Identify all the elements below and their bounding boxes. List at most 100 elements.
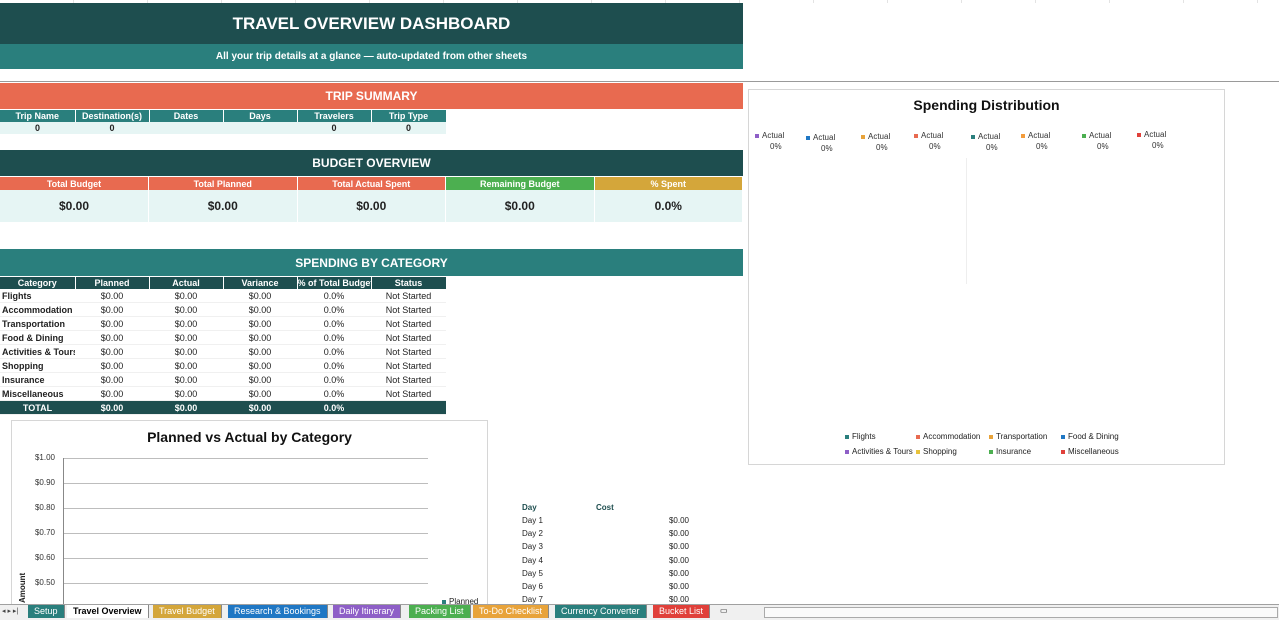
day-cost: $0.00 <box>668 568 689 578</box>
spending-table: Category Planned Actual Variance% of Total … <box>0 277 447 415</box>
category-value[interactable]: 0.0% <box>297 330 371 345</box>
category-value[interactable]: $0.00 <box>75 302 149 317</box>
trip-summary-value[interactable]: 0 <box>371 122 446 134</box>
trip-summary-value[interactable]: 0 <box>75 122 149 134</box>
day-label: Day 4 <box>522 555 543 565</box>
category-value[interactable]: $0.00 <box>75 372 149 387</box>
category-value[interactable]: $0.00 <box>149 372 223 387</box>
category-value[interactable]: $0.00 <box>223 344 297 359</box>
budget-column-header: Total Planned <box>148 177 298 190</box>
sheet-tab[interactable]: Setup <box>28 605 65 618</box>
spending-column-header: Variance <box>223 277 298 289</box>
total-row: TOTAL $0.00 $0.00 $0.00 0.0% <box>0 400 446 415</box>
category-value[interactable]: Not Started <box>371 302 446 317</box>
category-value[interactable]: $0.00 <box>75 316 149 331</box>
trip-summary-value[interactable] <box>149 122 223 134</box>
category-value[interactable]: 0.0% <box>297 358 371 373</box>
sheet-tab[interactable]: Bucket List <box>653 605 711 618</box>
category-value[interactable]: $0.00 <box>223 289 297 303</box>
total-value[interactable]: $0.00 <box>149 400 223 415</box>
trip-summary-value[interactable]: 0 <box>297 122 371 134</box>
sheet-tab[interactable]: Packing List <box>409 605 471 618</box>
category-value[interactable]: $0.00 <box>223 316 297 331</box>
spending-column-header: Planned <box>75 277 150 289</box>
table-row: Transportation $0.00 $0.00 $0.00 0.0% Not Sta… <box>0 316 446 331</box>
category-value[interactable]: $0.00 <box>75 386 149 401</box>
day-cost: $0.00 <box>668 582 689 591</box>
total-value[interactable]: 0.0% <box>297 400 371 415</box>
label-swatch <box>755 133 759 138</box>
sheet-tab[interactable]: To-Do Checklist <box>473 605 550 618</box>
section-divider <box>0 81 1279 82</box>
total-value[interactable]: TOTAL <box>0 400 75 415</box>
y-tick-label: $0.70 <box>34 528 55 537</box>
category-value[interactable]: Not Started <box>371 358 446 373</box>
category-name[interactable]: Activities & Tours <box>0 344 75 359</box>
total-value[interactable]: $0.00 <box>223 400 297 415</box>
spending-distribution-chart[interactable]: Spending Distribution Actual 0% Actual 0% Ac… <box>748 89 1225 465</box>
category-value[interactable]: $0.00 <box>149 344 223 359</box>
planned-vs-actual-chart[interactable]: Planned vs Actual by Category $1.00 $0.90… <box>11 420 488 612</box>
category-value[interactable]: $0.00 <box>223 386 297 401</box>
budget-value[interactable]: $0.00 <box>0 190 149 222</box>
category-value[interactable]: $0.00 <box>75 358 149 373</box>
pie-legend-item: Activities & Tours <box>845 447 913 456</box>
category-value[interactable]: Not Started <box>371 316 446 331</box>
category-value[interactable]: Not Started <box>371 330 446 345</box>
category-value[interactable]: $0.00 <box>75 330 149 345</box>
category-value[interactable]: Not Started <box>371 289 446 303</box>
total-value[interactable] <box>371 400 446 415</box>
category-name[interactable]: Accommodation <box>0 302 75 317</box>
label-swatch <box>914 133 918 138</box>
total-value[interactable]: $0.00 <box>75 400 149 415</box>
trip-summary-value[interactable] <box>223 122 297 134</box>
insert-sheet-icon[interactable]: ▭ <box>720 606 728 615</box>
category-value[interactable]: $0.00 <box>75 289 149 303</box>
category-value[interactable]: 0.0% <box>297 344 371 359</box>
trip-summary-value[interactable]: 0 <box>0 122 75 134</box>
category-name[interactable]: Transportation <box>0 316 75 331</box>
category-value[interactable]: 0.0% <box>297 372 371 387</box>
pie-legend-item: Flights <box>845 432 876 441</box>
category-value[interactable]: 0.0% <box>297 289 371 303</box>
category-value[interactable]: $0.00 <box>149 358 223 373</box>
budget-value[interactable]: $0.00 <box>445 190 595 222</box>
horizontal-scrollbar[interactable] <box>764 607 1278 618</box>
category-name[interactable]: Flights <box>0 289 75 303</box>
category-value[interactable]: 0.0% <box>297 302 371 317</box>
category-value[interactable]: Not Started <box>371 344 446 359</box>
category-value[interactable]: $0.00 <box>75 344 149 359</box>
budget-value[interactable]: $0.00 <box>297 190 446 222</box>
category-value[interactable]: 0.0% <box>297 316 371 331</box>
budget-value[interactable]: $0.00 <box>148 190 298 222</box>
tab-scroll-arrows[interactable]: ◂ ▸ ▸| <box>2 607 18 615</box>
category-value[interactable]: $0.00 <box>149 316 223 331</box>
sheet-tab[interactable]: Travel Overview <box>67 605 149 618</box>
category-value[interactable]: $0.00 <box>149 386 223 401</box>
category-value[interactable]: $0.00 <box>223 330 297 345</box>
category-name[interactable]: Insurance <box>0 372 75 387</box>
trip-summary-column-header: Travelers <box>297 110 372 122</box>
budget-column-header: Total Budget <box>0 177 149 190</box>
pie-data-label: Actual 0% <box>1082 130 1111 152</box>
category-value[interactable]: Not Started <box>371 372 446 387</box>
category-value[interactable]: $0.00 <box>223 358 297 373</box>
sheet-tab[interactable]: Travel Budget <box>153 605 222 618</box>
category-value[interactable]: $0.00 <box>223 302 297 317</box>
category-name[interactable]: Miscellaneous <box>0 386 75 401</box>
budget-column-header: % Spent <box>594 177 743 190</box>
sheet-tab[interactable]: Research & Bookings <box>228 605 328 618</box>
category-name[interactable]: Food & Dining <box>0 330 75 345</box>
category-value[interactable]: 0.0% <box>297 386 371 401</box>
category-value[interactable]: $0.00 <box>149 289 223 303</box>
sheet-tab[interactable]: Daily Itinerary <box>333 605 402 618</box>
sheet-tab[interactable]: Currency Converter <box>555 605 647 618</box>
category-value[interactable]: $0.00 <box>149 330 223 345</box>
category-value[interactable]: $0.00 <box>223 372 297 387</box>
table-row: Accommodation $0.00 $0.00 $0.00 0.0% Not Star… <box>0 302 446 317</box>
category-name[interactable]: Shopping <box>0 358 75 373</box>
day-label: Day 1 <box>522 516 543 525</box>
category-value[interactable]: Not Started <box>371 386 446 401</box>
budget-value[interactable]: 0.0% <box>594 190 743 222</box>
category-value[interactable]: $0.00 <box>149 302 223 317</box>
